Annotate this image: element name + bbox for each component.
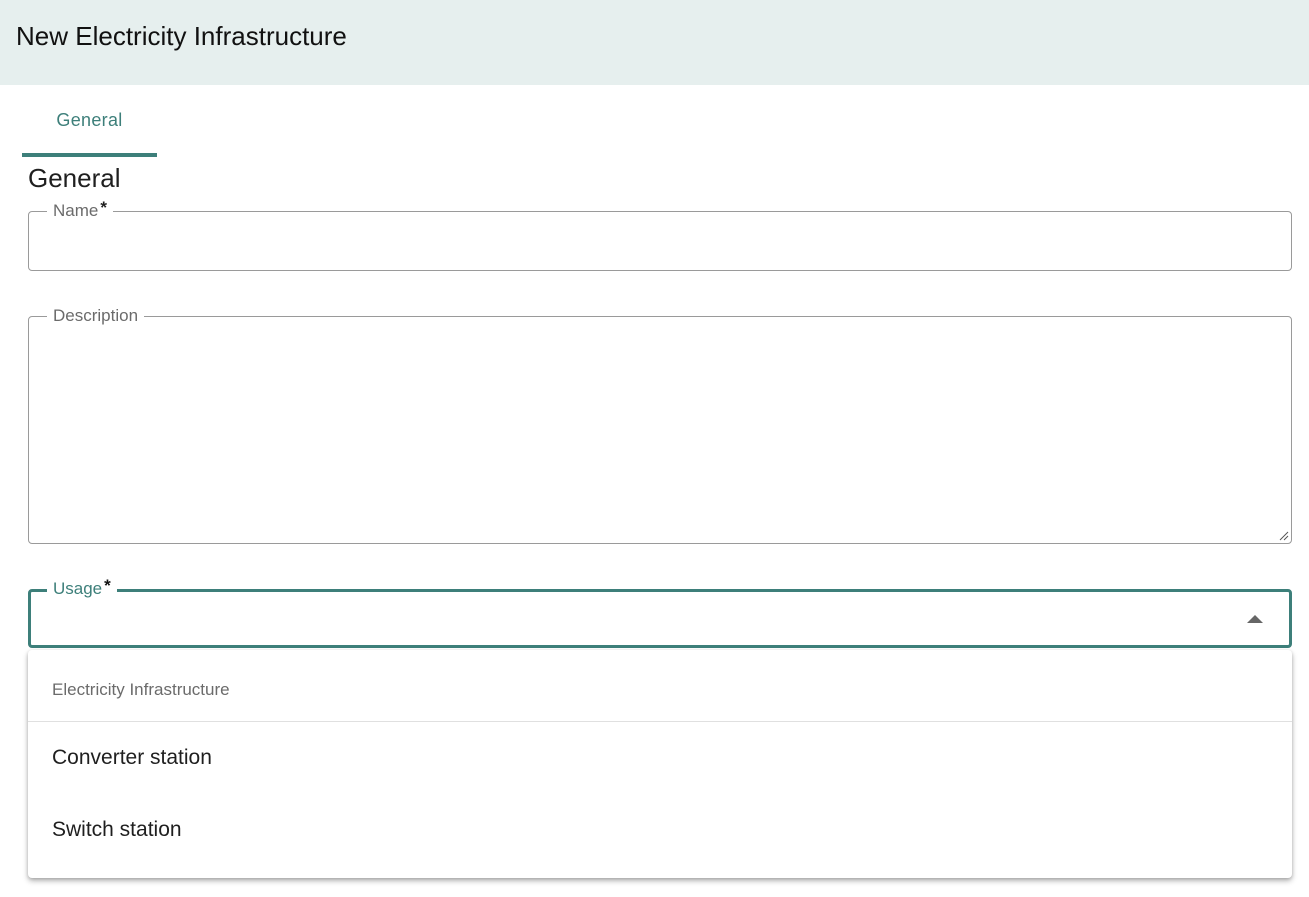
dropdown-group-label: Electricity Infrastructure	[52, 680, 230, 699]
name-input[interactable]	[43, 226, 1277, 260]
description-field-label: Description	[47, 306, 145, 326]
dropdown-divider	[28, 721, 1292, 722]
usage-field-label: Usage *	[47, 576, 117, 599]
description-textarea[interactable]	[43, 331, 1277, 533]
usage-select[interactable]: Usage *	[28, 576, 1292, 648]
usage-dropdown-menu: Electricity Infrastructure Converter sta…	[28, 650, 1292, 878]
section-title: General	[28, 163, 121, 193]
app-header: New Electricity Infrastructure	[0, 0, 1309, 85]
required-marker: *	[104, 576, 111, 595]
description-field[interactable]: Description	[28, 306, 1292, 544]
option-switch-station[interactable]: Switch station	[28, 800, 1292, 860]
option-converter-station[interactable]: Converter station	[28, 728, 1292, 788]
tab-general[interactable]: General	[22, 98, 157, 157]
tab-active-indicator	[22, 153, 157, 157]
option-label: Converter station	[52, 746, 212, 769]
name-field-label: Name *	[47, 198, 113, 221]
usage-label-text: Usage	[53, 579, 103, 598]
resize-grip-icon[interactable]	[1279, 531, 1289, 541]
tab-general-label: General	[56, 110, 123, 130]
caret-up-icon[interactable]	[1247, 615, 1263, 623]
description-label-text: Description	[53, 306, 139, 325]
name-field[interactable]: Name *	[28, 198, 1292, 271]
name-label-text: Name	[53, 201, 99, 220]
page-title: New Electricity Infrastructure	[16, 21, 347, 51]
required-marker: *	[100, 198, 107, 217]
option-label: Switch station	[52, 818, 182, 841]
